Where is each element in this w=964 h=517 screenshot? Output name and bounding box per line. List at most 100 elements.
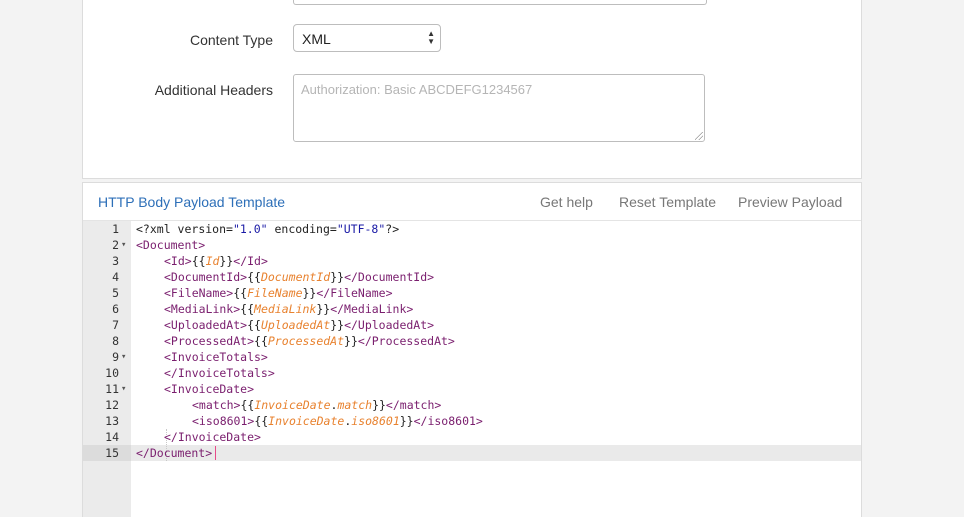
code-text: <iso8601>{{InvoiceDate.iso8601}}</iso860…	[192, 413, 483, 429]
payload-panel-header: HTTP Body Payload Template Get help Rese…	[83, 183, 861, 221]
previous-textarea[interactable]	[293, 0, 707, 5]
select-arrows-icon: ▲ ▼	[427, 29, 435, 46]
additional-headers-placeholder: Authorization: Basic ABCDEFG1234567	[301, 82, 533, 97]
code-line: 13 <iso8601>{{InvoiceDate.iso8601}}</iso8…	[83, 413, 861, 429]
code-line: 6 <MediaLink>{{MediaLink}}</MediaLink>	[83, 301, 861, 317]
code-lines: 1 <?xml version="1.0" encoding="UTF-8"?> 2…	[83, 221, 861, 461]
code-token: InvoiceDate	[268, 414, 345, 428]
code-line: 12 <match>{{InvoiceDate.match}}</match>	[83, 397, 861, 413]
content-type-label: Content Type	[189, 32, 273, 48]
code-token: "1.0"	[232, 222, 268, 236]
payload-panel-title: HTTP Body Payload Template	[98, 194, 286, 210]
code-token: </MediaLink>	[330, 302, 414, 316]
code-token: <iso8601>	[192, 414, 255, 428]
code-token: }}	[219, 254, 234, 268]
content-type-select[interactable]: XML ▲ ▼	[293, 24, 441, 52]
code-token: </Id>	[233, 254, 268, 268]
code-token: <InvoiceTotals>	[164, 350, 268, 364]
code-token: {{	[247, 318, 261, 332]
get-help-link[interactable]: Get help	[540, 194, 593, 210]
content-type-value: XML	[302, 31, 331, 47]
code-token: </iso8601>	[413, 414, 483, 428]
code-token: {{	[254, 414, 269, 428]
reset-template-link[interactable]: Reset Template	[619, 194, 716, 210]
line-number: 5	[112, 286, 119, 300]
code-token: UploadedAt	[260, 318, 331, 332]
code-token: {{	[240, 398, 255, 412]
code-token: iso8601	[351, 414, 400, 428]
code-text: <FileName>{{FileName}}</FileName>	[164, 285, 393, 301]
code-editor[interactable]: 1 <?xml version="1.0" encoding="UTF-8"?> 2…	[83, 221, 861, 517]
line-number: 8	[112, 334, 119, 348]
code-line: 8 <ProcessedAt>{{ProcessedAt}}</Processed…	[83, 333, 861, 349]
code-token: <Id>	[164, 254, 192, 268]
line-number: 6	[112, 302, 119, 316]
line-number: 4	[112, 270, 119, 284]
code-text: <DocumentId>{{DocumentId}}</DocumentId>	[164, 269, 434, 285]
code-token: ?>	[385, 222, 400, 236]
code-token: }}	[344, 334, 358, 348]
line-number: 2	[112, 238, 119, 252]
code-text: <MediaLink>{{MediaLink}}</MediaLink>	[164, 301, 413, 317]
code-token: {{	[240, 302, 255, 316]
fold-toggle-icon[interactable]: ▾	[121, 349, 126, 365]
code-token: <DocumentId>	[164, 270, 248, 284]
code-token: <Document>	[136, 238, 206, 252]
code-token: <InvoiceDate>	[164, 382, 255, 396]
code-text: <ProcessedAt>{{ProcessedAt}}</ProcessedA…	[164, 333, 455, 349]
code-token: <FileName>	[164, 286, 234, 300]
code-line: 7 <UploadedAt>{{UploadedAt}}</UploadedAt>	[83, 317, 861, 333]
code-line: 4 <DocumentId>{{DocumentId}}</DocumentId>	[83, 269, 861, 285]
code-text: </InvoiceTotals>	[164, 365, 275, 381]
code-line: 10 </InvoiceTotals>	[83, 365, 861, 381]
line-number: 9	[112, 350, 119, 364]
code-token: version=	[177, 222, 233, 236]
code-token: match	[337, 398, 373, 412]
code-line: 2 ▾ <Document>	[83, 237, 861, 253]
fold-toggle-icon[interactable]: ▾	[121, 381, 126, 397]
code-line: 5 <FileName>{{FileName}}</FileName>	[83, 285, 861, 301]
code-line: 9 ▾ <InvoiceTotals>	[83, 349, 861, 365]
code-token: }}	[330, 270, 345, 284]
code-token: Id	[205, 254, 220, 268]
code-token: }}	[330, 318, 345, 332]
line-number: 3	[112, 254, 119, 268]
additional-headers-textarea[interactable]: Authorization: Basic ABCDEFG1234567	[293, 74, 705, 142]
code-text: </InvoiceDate>	[164, 429, 261, 445]
code-line: 14 </InvoiceDate>	[83, 429, 861, 445]
code-token: InvoiceDate	[254, 398, 331, 412]
code-token: <ProcessedAt>	[164, 334, 255, 348]
code-token: </DocumentId>	[344, 270, 435, 284]
line-number: 11	[105, 382, 119, 396]
code-token: ProcessedAt	[267, 334, 345, 348]
code-text: <Id>{{Id}}</Id>	[164, 253, 268, 269]
code-token: <UploadedAt>	[164, 318, 248, 332]
line-number: 1	[112, 222, 119, 236]
resize-grip-icon[interactable]	[695, 132, 703, 140]
line-number: 14	[105, 430, 119, 444]
code-token: {{	[247, 270, 261, 284]
fold-toggle-icon[interactable]: ▾	[121, 237, 126, 253]
additional-headers-label: Additional Headers	[154, 82, 273, 98]
code-token: {{	[233, 286, 248, 300]
code-token: </UploadedAt>	[344, 318, 435, 332]
code-text: <?xml version="1.0" encoding="UTF-8"?>	[136, 221, 399, 237]
code-token: encoding=	[267, 222, 337, 236]
line-number: 7	[112, 318, 119, 332]
line-number: 12	[105, 398, 119, 412]
code-token: "UTF-8"	[336, 222, 386, 236]
code-token: {{	[191, 254, 206, 268]
code-token: <match>	[192, 398, 241, 412]
preview-payload-link[interactable]: Preview Payload	[738, 194, 842, 210]
code-text: <match>{{InvoiceDate.match}}</match>	[192, 397, 441, 413]
code-token: </ProcessedAt>	[357, 334, 455, 348]
code-text: <InvoiceDate>	[164, 381, 254, 397]
code-line: 1 <?xml version="1.0" encoding="UTF-8"?>	[83, 221, 861, 237]
code-text: <InvoiceTotals>	[164, 349, 268, 365]
code-token: DocumentId	[260, 270, 331, 284]
code-token: }}	[316, 302, 331, 316]
code-text: </Document>	[136, 445, 212, 461]
code-line: 3 <Id>{{Id}}</Id>	[83, 253, 861, 269]
code-line: 15 </Document>	[83, 445, 861, 461]
code-token: </InvoiceDate>	[164, 430, 261, 444]
